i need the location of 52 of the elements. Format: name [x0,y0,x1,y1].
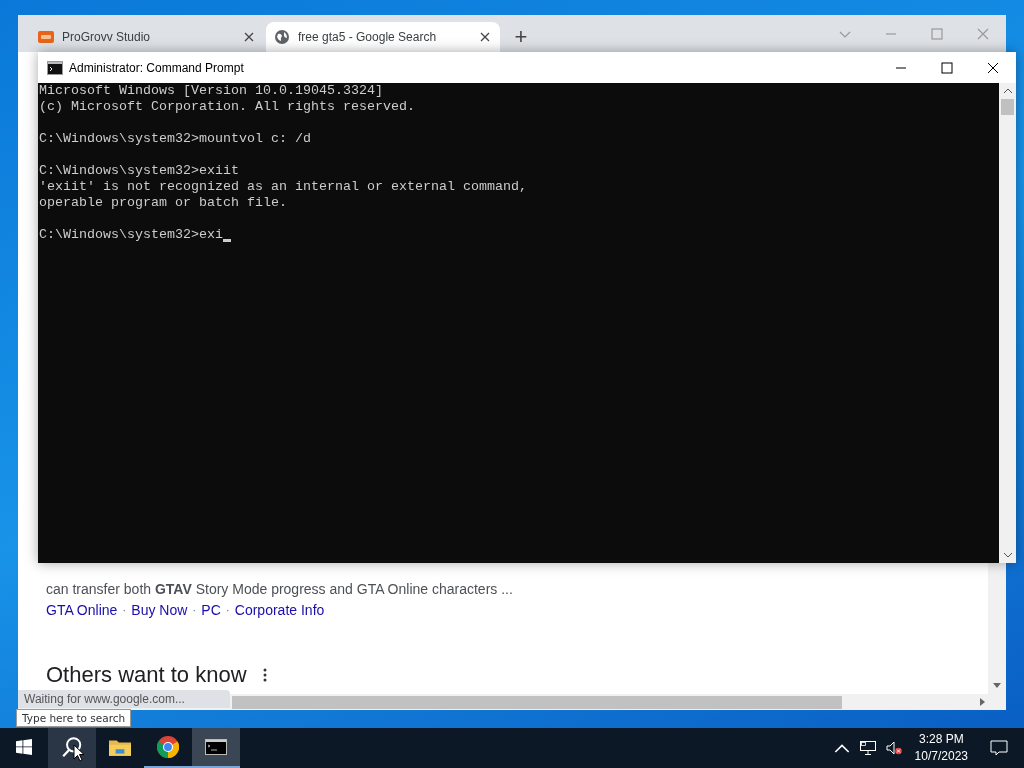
new-tab-button[interactable]: + [504,22,538,52]
console-line: operable program or batch file. [39,195,288,211]
link-separator: · [225,603,230,617]
clock-date: 10/7/2023 [914,748,968,765]
result-link[interactable]: Buy Now [131,602,188,618]
close-icon[interactable] [480,32,490,42]
command-input[interactable]: C:\Windows\system32>exi [39,227,223,243]
result-link[interactable]: GTA Online [46,602,118,618]
windows-logo-icon [16,739,32,755]
scroll-right-icon[interactable] [980,698,985,706]
globe-icon [274,29,290,45]
close-icon[interactable] [987,61,999,74]
scrollbar-thumb[interactable] [232,695,842,709]
tooltip: Type here to search [16,709,132,727]
terminal-icon [205,736,227,758]
browser-tab[interactable]: free gta5 - Google Search [266,22,500,52]
maximize-icon[interactable] [941,61,953,74]
status-bubble: Waiting for www.google.com... [18,690,230,708]
window-title: Administrator: Command Prompt [69,60,244,75]
network-icon[interactable] [859,741,876,755]
terminal-icon [47,60,63,75]
taskbar-button[interactable] [48,728,96,768]
console-line: Microsoft Windows [Version 10.0.19045.3324] [39,83,384,99]
text-cursor [222,239,231,242]
speaker-icon[interactable] [885,741,902,755]
section-heading: Others want to know [46,662,247,688]
clock[interactable]: 3:28 PM 10/7/2023 [906,728,976,768]
mouse-pointer-icon [73,744,85,762]
browser-tab[interactable]: ProGrovv Studio [30,22,264,52]
console-line: (c) Microsoft Corporation. All rights reserved. [39,99,416,115]
console-line: 'exiit' is not recognized as an internal or external command, [39,179,528,195]
more-options-icon[interactable] [262,668,267,682]
result-link[interactable]: Corporate Info [234,602,325,618]
console-line: C:\Windows\system32>exiit [39,163,240,179]
scroll-down-icon[interactable] [993,683,1001,688]
close-icon[interactable] [244,32,254,42]
taskbar-button[interactable] [192,728,240,768]
notification-icon[interactable] [990,740,1008,756]
chrome-icon [157,736,179,758]
link-separator: · [192,603,197,617]
vertical-scrollbar[interactable] [999,83,1016,563]
console-line: C:\Windows\system32>mountvol c: /d [39,131,312,147]
site-favicon-icon [38,29,54,45]
scrollbar-thumb[interactable] [1001,99,1014,115]
scroll-up-icon[interactable] [1002,88,1013,94]
clock-time: 3:28 PM [918,731,964,748]
scroll-down-icon[interactable] [1002,552,1013,558]
search-icon [61,736,83,758]
result-link[interactable]: PC [201,602,221,618]
search-result-snippet: can transfer both GTAV Story Mode progress and GTA Online characters ... [46,580,514,598]
link-separator: · [122,603,127,617]
vertical-scrollbar[interactable] [988,563,1006,694]
